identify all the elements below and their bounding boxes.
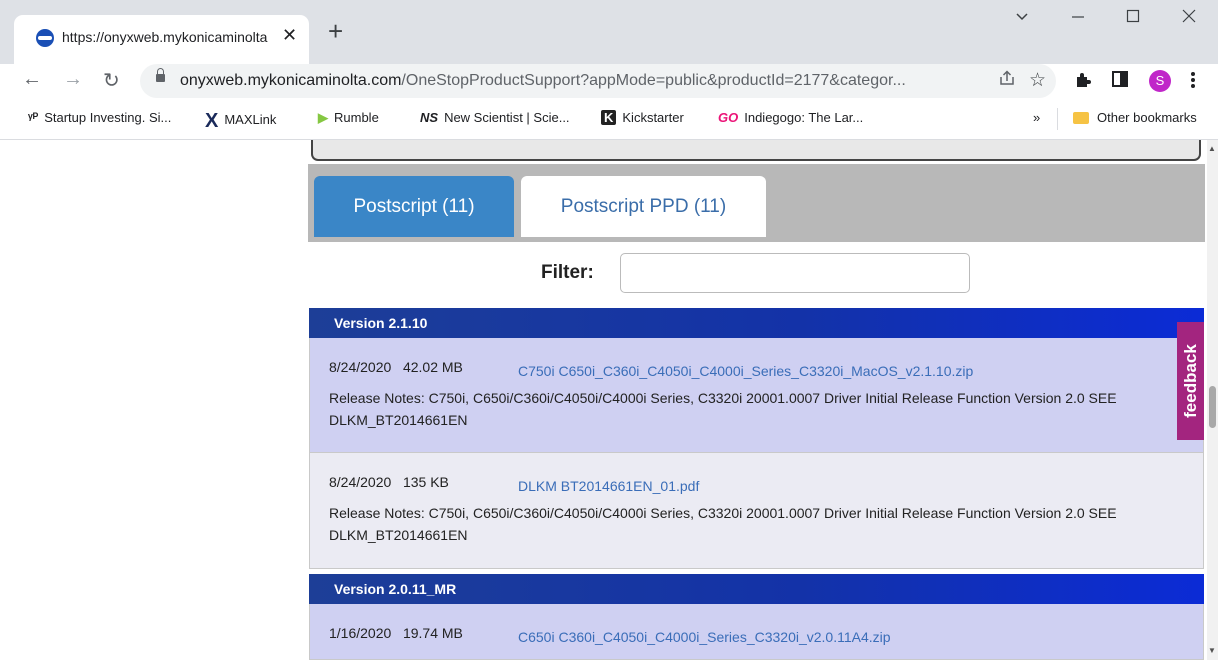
other-bookmarks-folder[interactable]: Other bookmarks bbox=[1073, 110, 1197, 125]
bookmarks-divider bbox=[1057, 108, 1058, 130]
scroll-down-arrow-icon[interactable]: ▼ bbox=[1208, 646, 1216, 655]
menu-kebab-icon[interactable] bbox=[1190, 70, 1196, 95]
rumble-icon: ▶ bbox=[318, 110, 328, 125]
download-entry: 1/16/2020 19.74 MB C650i C360i_C4050i_C4… bbox=[309, 604, 1204, 660]
kickstarter-icon: K bbox=[601, 110, 617, 125]
bookmark-startup-investing[interactable]: ᵞᴾ Startup Investing. Si... bbox=[28, 110, 171, 125]
reload-button[interactable]: ↻ bbox=[103, 68, 120, 93]
close-window-button[interactable] bbox=[1181, 8, 1197, 24]
maximize-button[interactable] bbox=[1125, 8, 1141, 24]
konica-favicon-icon bbox=[36, 29, 54, 47]
version-header: Version 2.0.11_MR bbox=[309, 574, 1204, 604]
version-header: Version 2.1.10 bbox=[309, 308, 1204, 338]
release-notes: Release Notes: C750i, C650i/C360i/C4050i… bbox=[329, 505, 1117, 543]
download-entry: 8/24/2020 42.02 MB C750i C650i_C360i_C40… bbox=[309, 338, 1204, 453]
bookmarks-bar: ᵞᴾ Startup Investing. Si... X MAXLink ▶ Rum… bbox=[0, 98, 1218, 140]
indiegogo-icon: GO bbox=[718, 110, 739, 125]
bookmarks-overflow-chevron-icon[interactable]: » bbox=[1033, 110, 1040, 125]
startup-investing-icon: ᵞᴾ bbox=[28, 110, 39, 125]
new-tab-button[interactable]: + bbox=[328, 18, 343, 44]
release-notes: Release Notes: C750i, C650i/C360i/C4050i… bbox=[329, 390, 1117, 428]
share-icon[interactable] bbox=[998, 69, 1016, 92]
page-scrollbar[interactable]: ▲ ▼ bbox=[1207, 140, 1218, 660]
lock-icon[interactable] bbox=[156, 68, 165, 82]
browser-tab[interactable]: https://onyxweb.mykonicaminolta ✕ bbox=[14, 15, 309, 65]
url-text[interactable]: onyxweb.mykonicaminolta.com/OneStopProdu… bbox=[180, 72, 980, 90]
bookmark-rumble[interactable]: ▶ Rumble bbox=[318, 110, 379, 126]
scroll-up-arrow-icon[interactable]: ▲ bbox=[1208, 144, 1216, 153]
bookmark-indiegogo[interactable]: GO Indiegogo: The Lar... bbox=[718, 110, 863, 125]
entry-date-size: 1/16/2020 19.74 MB bbox=[329, 625, 463, 641]
side-panel-icon[interactable] bbox=[1111, 70, 1129, 93]
bookmark-maxlink[interactable]: X MAXLink bbox=[205, 110, 276, 133]
back-button[interactable]: ← bbox=[22, 68, 42, 91]
feedback-button[interactable]: feedback bbox=[1177, 322, 1204, 440]
bookmark-star-icon[interactable]: ☆ bbox=[1029, 69, 1046, 92]
download-entry: 8/24/2020 135 KB DLKM BT2014661EN_01.pdf… bbox=[309, 453, 1204, 569]
filter-input[interactable] bbox=[620, 253, 970, 293]
tab-postscript[interactable]: Postscript (11) bbox=[314, 176, 514, 237]
download-link[interactable]: C650i C360i_C4050i_C4000i_Series_C3320i_… bbox=[518, 629, 891, 645]
bookmark-new-scientist[interactable]: NS New Scientist | Scie... bbox=[420, 110, 570, 125]
top-panel-edge bbox=[311, 140, 1201, 161]
forward-button[interactable]: → bbox=[63, 68, 83, 91]
filter-label: Filter: bbox=[541, 262, 594, 283]
page-content: Postscript (11) Postscript PPD (11) Filt… bbox=[0, 140, 1218, 660]
scroll-thumb[interactable] bbox=[1209, 386, 1216, 428]
folder-icon bbox=[1073, 112, 1089, 124]
maxlink-icon: X bbox=[205, 110, 219, 132]
new-scientist-icon: NS bbox=[420, 110, 439, 125]
driver-tabs: Postscript (11) Postscript PPD (11) bbox=[308, 164, 1205, 242]
minimize-button[interactable] bbox=[1070, 8, 1086, 24]
extensions-puzzle-icon[interactable] bbox=[1073, 70, 1093, 95]
tab-postscript-ppd[interactable]: Postscript PPD (11) bbox=[521, 176, 766, 237]
entry-date-size: 8/24/2020 42.02 MB bbox=[329, 359, 463, 375]
tab-search-icon[interactable] bbox=[1014, 8, 1030, 24]
bookmark-kickstarter[interactable]: K Kickstarter bbox=[601, 110, 684, 125]
tab-title: https://onyxweb.mykonicaminolta bbox=[62, 29, 268, 45]
address-bar[interactable]: onyxweb.mykonicaminolta.com/OneStopProdu… bbox=[140, 64, 1056, 98]
profile-avatar[interactable]: S bbox=[1149, 70, 1171, 92]
browser-toolbar: ← → ↻ onyxweb.mykonicaminolta.com/OneSto… bbox=[0, 64, 1218, 98]
download-link[interactable]: C750i C650i_C360i_C4050i_C4000i_Series_C… bbox=[518, 363, 973, 379]
tab-close-icon[interactable]: ✕ bbox=[282, 25, 297, 46]
entry-date-size: 8/24/2020 135 KB bbox=[329, 474, 449, 490]
download-link[interactable]: DLKM BT2014661EN_01.pdf bbox=[518, 478, 699, 494]
tab-strip: https://onyxweb.mykonicaminolta ✕ + bbox=[0, 0, 1218, 65]
